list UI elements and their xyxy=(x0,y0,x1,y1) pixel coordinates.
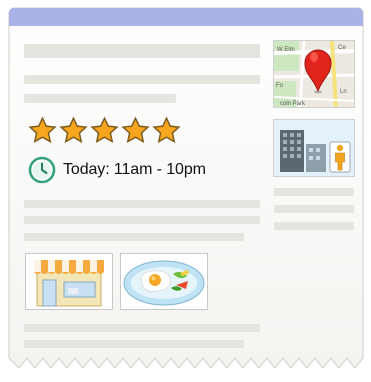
storefront-icon xyxy=(26,254,112,309)
rating-stars xyxy=(28,116,181,148)
map-label: Ln xyxy=(340,89,347,95)
text-placeholder xyxy=(274,222,354,230)
storefront-photo[interactable] xyxy=(25,253,113,310)
food-plate-icon xyxy=(121,254,207,309)
map-label: W Elm xyxy=(277,47,295,53)
text-placeholder xyxy=(274,205,354,213)
map-thumbnail[interactable]: W Elm Ce Fo coln Park Ln xyxy=(273,40,355,108)
map-label: coln Park xyxy=(280,101,306,107)
text-placeholder xyxy=(24,94,176,103)
map-label: Ce xyxy=(338,45,346,51)
text-placeholder xyxy=(24,200,260,208)
title-placeholder xyxy=(24,44,260,58)
map-image: W Elm Ce Fo coln Park Ln xyxy=(274,41,354,107)
star-icon xyxy=(121,116,150,144)
text-placeholder xyxy=(24,75,260,84)
text-placeholder xyxy=(24,216,260,224)
star-icon xyxy=(28,116,57,144)
star-icon xyxy=(59,116,88,144)
star-icon xyxy=(152,116,181,144)
street-view-thumbnail[interactable] xyxy=(273,119,355,177)
place-card: Today: 11am - 10pm W Elm Ce Fo coln Park… xyxy=(7,6,365,378)
text-placeholder xyxy=(274,188,354,196)
map-label: Fo xyxy=(276,83,284,89)
text-placeholder xyxy=(24,340,244,348)
person-icon xyxy=(329,141,351,173)
text-placeholder xyxy=(24,324,260,332)
hours-row: Today: 11am - 10pm xyxy=(28,154,206,186)
star-icon xyxy=(90,116,119,144)
text-placeholder xyxy=(24,233,244,241)
food-photo[interactable] xyxy=(120,253,208,310)
clock-icon xyxy=(28,156,56,184)
hours-text: Today: 11am - 10pm xyxy=(63,161,206,178)
header-bar xyxy=(9,8,363,26)
